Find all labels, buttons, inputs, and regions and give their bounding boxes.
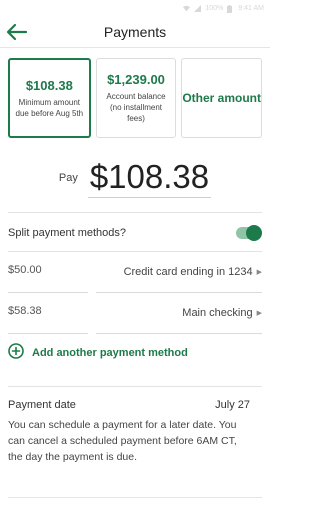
battery-icon (227, 4, 234, 13)
method-source-label: Credit card ending in 1234 (123, 266, 253, 278)
method-underlines (0, 292, 270, 293)
minimum-due-card[interactable]: $108.38 Minimum amount due before Aug 5t… (8, 58, 91, 138)
clock: 9:41 AM (238, 4, 264, 12)
pay-label: Pay (58, 172, 78, 184)
method-source-label: Main checking (182, 307, 253, 319)
add-payment-method-label: Add another payment method (32, 347, 188, 359)
battery-percent: 100% (205, 4, 224, 12)
divider (8, 212, 262, 213)
triangle-right-icon: ▶ (256, 310, 262, 317)
split-payment-row: Split payment methods? (0, 215, 270, 251)
wifi-icon (183, 5, 191, 12)
account-balance-label: Account balance (no installment fees) (106, 92, 166, 123)
payment-date-note: You can schedule a payment for a later d… (8, 419, 237, 463)
status-bar: 100% 9:41 AM (0, 0, 270, 16)
minimum-due-amount: $108.38 (25, 77, 73, 93)
triangle-right-icon: ▶ (256, 269, 262, 276)
pay-amount-input[interactable]: $108.38 (87, 158, 212, 198)
account-balance-amount: $1,239.00 (107, 72, 165, 87)
payment-method-row: $50.00 Credit card ending in 1234 ▶ (0, 252, 270, 292)
minimum-due-label: Minimum amount due before Aug 5th (15, 97, 84, 118)
method-source-select[interactable]: Main checking ▶ (96, 307, 262, 319)
signal-icon (194, 4, 202, 12)
payment-method-row: $58.38 Main checking ▶ (0, 293, 270, 333)
payment-date-label: Payment date (8, 399, 76, 411)
divider (96, 292, 262, 293)
method-source-select[interactable]: Credit card ending in 1234 ▶ (96, 266, 262, 278)
split-payment-toggle[interactable] (236, 225, 262, 241)
other-amount-label: Other amount (182, 90, 262, 105)
payment-date-value: July 27 (215, 399, 250, 411)
pay-amount-row: Pay $108.38 (0, 156, 270, 198)
app-bar: Payments (0, 16, 270, 48)
back-arrow-icon[interactable] (6, 23, 28, 41)
page-title: Payments (103, 23, 167, 40)
divider (8, 497, 262, 498)
toggle-knob (246, 225, 262, 241)
divider (8, 333, 88, 334)
method-amount-input[interactable]: $58.38 (8, 305, 88, 321)
add-payment-method-button[interactable]: Add another payment method (0, 336, 270, 370)
payment-date-row[interactable]: Payment date July 27 (8, 399, 250, 411)
amount-options: $108.38 Minimum amount due before Aug 5t… (0, 48, 270, 138)
divider (8, 292, 88, 293)
account-balance-card[interactable]: $1,239.00 Account balance (no installmen… (95, 58, 177, 138)
payment-date-section: Payment date July 27 You can schedule a … (0, 387, 270, 465)
split-payment-label: Split payment methods? (8, 227, 127, 239)
method-amount-input[interactable]: $50.00 (8, 264, 88, 280)
other-amount-card[interactable]: Other amount (181, 58, 263, 138)
method-underlines (0, 333, 270, 334)
plus-circle-icon (8, 342, 24, 364)
divider (96, 333, 262, 334)
